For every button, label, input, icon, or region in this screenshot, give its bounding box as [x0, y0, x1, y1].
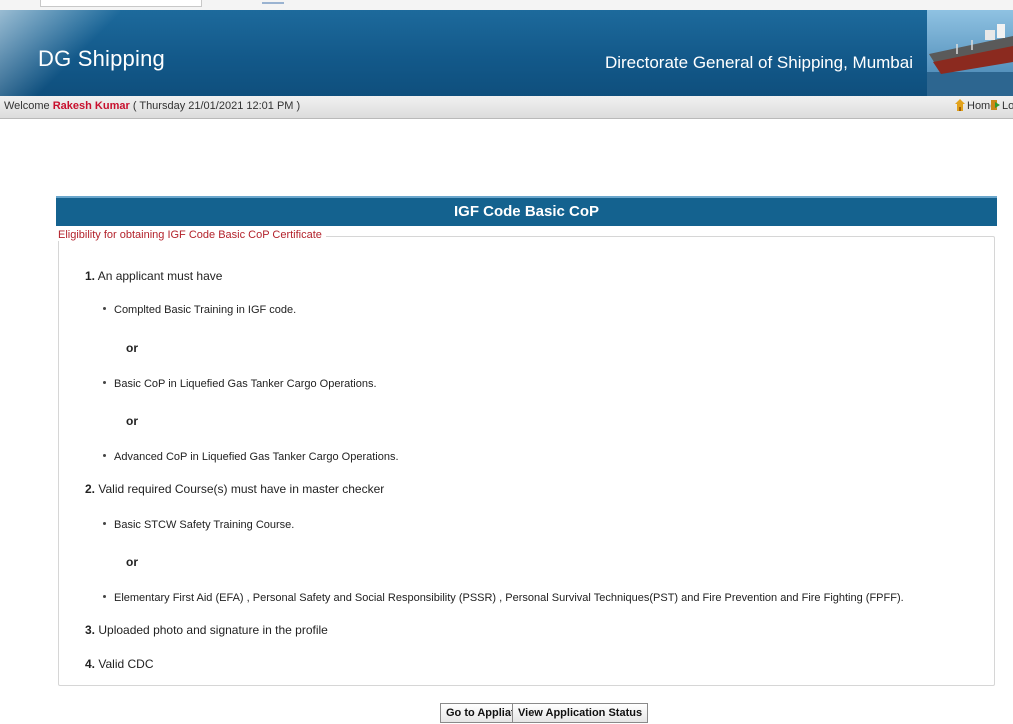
bullet-icon	[103, 454, 106, 457]
logout-label: Logout	[1002, 100, 1013, 112]
eligibility-legend: Eligibility for obtaining IGF Code Basic…	[58, 229, 326, 241]
or-separator: or	[126, 555, 138, 569]
bullet-icon	[103, 381, 106, 384]
home-icon	[955, 99, 965, 111]
item-number: 3.	[85, 623, 96, 637]
item-text: Valid required Course(s) must have in ma…	[98, 482, 385, 496]
welcome-text: Welcome Rakesh Kumar ( Thursday 21/01/20…	[4, 100, 300, 112]
list-item: Complted Basic Training in IGF code.	[103, 304, 296, 316]
item-text: An applicant must have	[97, 269, 223, 283]
item-number: 1.	[85, 269, 96, 283]
eligibility-item-3: 3. Uploaded photo and signature in the p…	[85, 623, 328, 637]
login-datetime: ( Thursday 21/01/2021 12:01 PM )	[132, 100, 301, 112]
organization-name: Directorate General of Shipping, Mumbai	[604, 53, 913, 72]
site-header: DG Shipping Directorate General of Shipp…	[0, 10, 1013, 96]
or-separator: or	[126, 341, 138, 355]
bullet-text: Basic STCW Safety Training Course.	[114, 519, 295, 531]
list-item: Basic CoP in Liquefied Gas Tanker Cargo …	[103, 378, 377, 390]
top-input-box	[40, 0, 202, 7]
top-link	[262, 2, 284, 4]
eligibility-item-4: 4. Valid CDC	[85, 657, 153, 671]
bullet-text: Basic CoP in Liquefied Gas Tanker Cargo …	[114, 378, 377, 390]
eligibility-item-1: 1. An applicant must have	[85, 269, 222, 283]
list-item: Advanced CoP in Liquefied Gas Tanker Car…	[103, 451, 399, 463]
item-text: Valid CDC	[98, 657, 154, 671]
item-text: Uploaded photo and signature in the prof…	[98, 623, 328, 637]
item-number: 2.	[85, 482, 96, 496]
welcome-label: Welcome	[4, 100, 50, 112]
panel-title: IGF Code Basic CoP	[56, 196, 997, 226]
bullet-icon	[103, 307, 106, 310]
view-application-status-button[interactable]: View Application Status	[512, 703, 649, 723]
ship-image-icon	[927, 10, 1013, 96]
brand-title: DG Shipping	[38, 46, 165, 71]
bullet-text: Advanced CoP in Liquefied Gas Tanker Car…	[114, 451, 399, 463]
bullet-text: Complted Basic Training in IGF code.	[114, 304, 297, 316]
welcome-bar: Welcome Rakesh Kumar ( Thursday 21/01/20…	[0, 96, 1013, 119]
eligibility-item-2: 2. Valid required Course(s) must have in…	[85, 482, 384, 496]
bullet-icon	[103, 595, 106, 598]
list-item: Elementary First Aid (EFA) , Personal Sa…	[103, 592, 904, 604]
user-name: Rakesh Kumar	[52, 100, 130, 112]
logout-icon	[991, 100, 1000, 110]
item-number: 4.	[85, 657, 96, 671]
eligibility-fieldset: Eligibility for obtaining IGF Code Basic…	[58, 229, 995, 686]
logout-link[interactable]: Logout	[990, 99, 1013, 112]
bullet-text: Elementary First Aid (EFA) , Personal Sa…	[114, 592, 904, 604]
bullet-icon	[103, 522, 106, 525]
or-separator: or	[126, 414, 138, 428]
list-item: Basic STCW Safety Training Course.	[103, 519, 294, 531]
